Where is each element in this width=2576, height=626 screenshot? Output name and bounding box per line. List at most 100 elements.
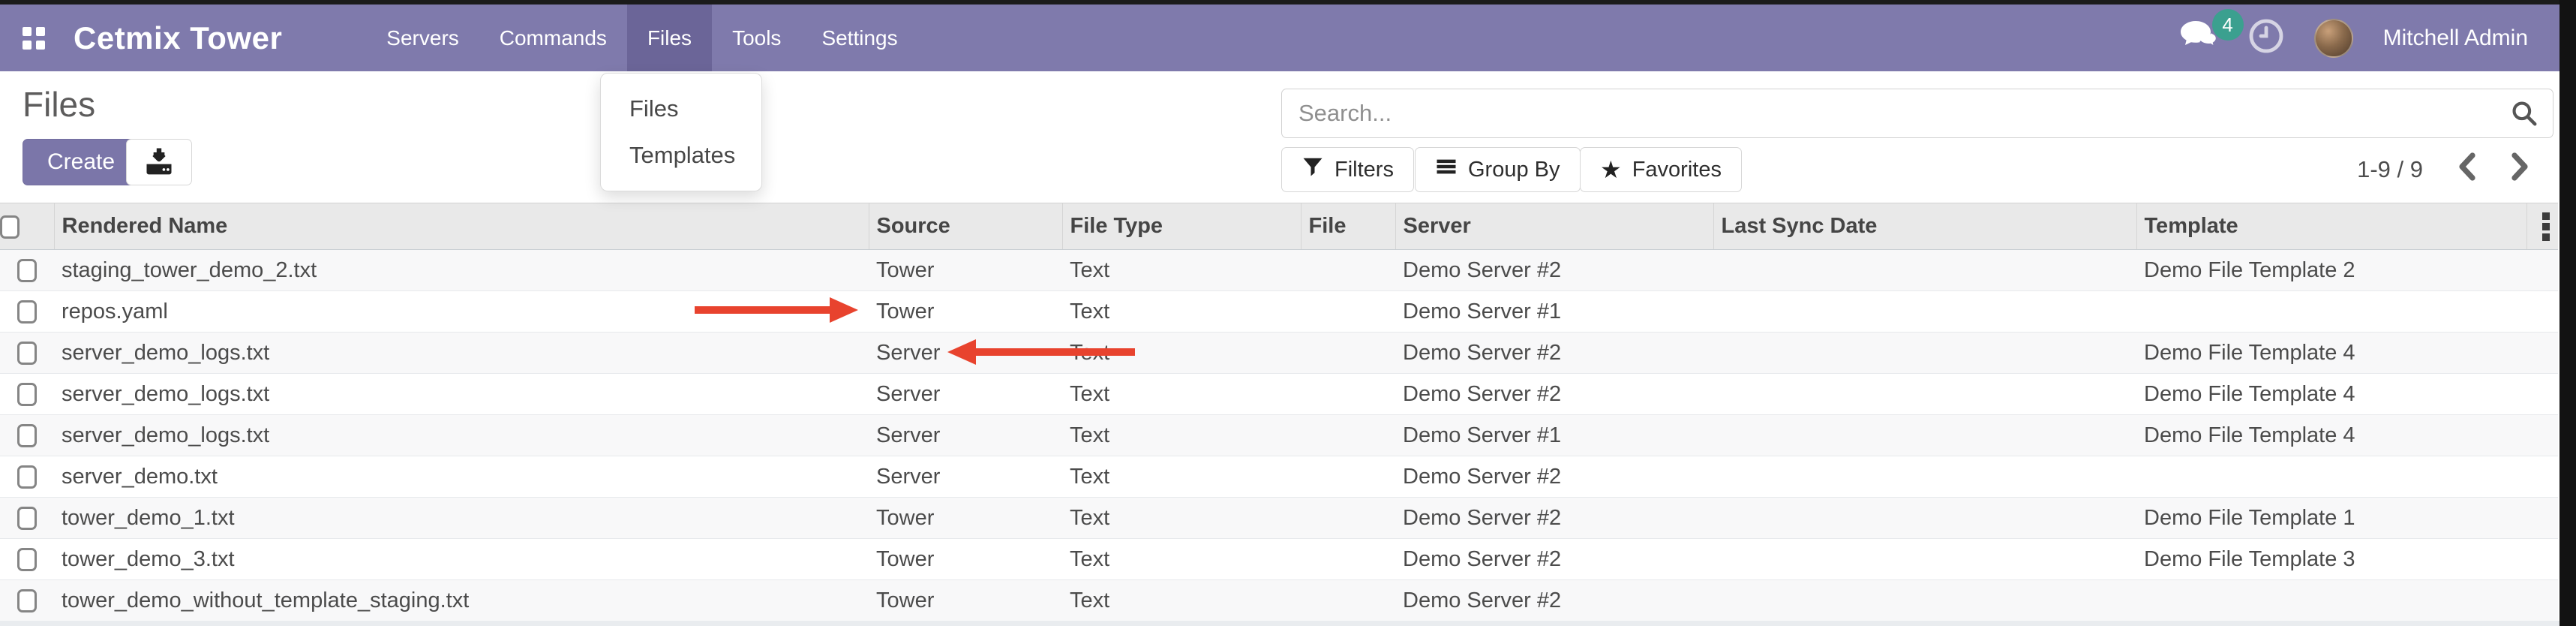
cell-file[interactable] xyxy=(1301,250,1395,291)
cell-source[interactable]: Tower xyxy=(869,539,1062,580)
table-row[interactable]: tower_demo_3.txt Tower Text Demo Server … xyxy=(0,539,2558,580)
cell-file-type[interactable]: Text xyxy=(1062,498,1301,539)
column-header-file-type[interactable]: File Type xyxy=(1062,203,1301,250)
cell-last-sync-date[interactable] xyxy=(1713,415,2136,456)
cell-template[interactable]: Demo File Template 4 xyxy=(2136,333,2526,374)
cell-rendered-name[interactable]: server_demo_logs.txt xyxy=(54,415,869,456)
cell-server[interactable]: Demo Server #2 xyxy=(1395,498,1713,539)
cell-source[interactable]: Server xyxy=(869,333,1062,374)
cell-last-sync-date[interactable] xyxy=(1713,291,2136,333)
cell-template[interactable]: Demo File Template 4 xyxy=(2136,374,2526,415)
cell-server[interactable]: Demo Server #2 xyxy=(1395,333,1713,374)
cell-template[interactable]: Demo File Template 4 xyxy=(2136,415,2526,456)
cell-server[interactable]: Demo Server #2 xyxy=(1395,580,1713,621)
cell-file[interactable] xyxy=(1301,415,1395,456)
cell-template[interactable] xyxy=(2136,456,2526,498)
favorites-button[interactable]: ★ Favorites xyxy=(1580,147,1742,192)
cell-file-type[interactable]: Text xyxy=(1062,250,1301,291)
avatar[interactable] xyxy=(2314,19,2353,58)
dropdown-item-files[interactable]: Files xyxy=(601,86,761,132)
cell-source[interactable]: Tower xyxy=(869,250,1062,291)
menu-item-files[interactable]: Files xyxy=(627,5,712,71)
cell-source[interactable]: Tower xyxy=(869,291,1062,333)
table-row[interactable]: server_demo_logs.txt Server Text Demo Se… xyxy=(0,333,2558,374)
row-checkbox[interactable] xyxy=(17,424,37,447)
cell-last-sync-date[interactable] xyxy=(1713,498,2136,539)
filters-button[interactable]: Filters xyxy=(1281,147,1414,192)
cell-rendered-name[interactable]: server_demo_logs.txt xyxy=(54,333,869,374)
search-input[interactable] xyxy=(1281,89,2553,138)
menu-item-tools[interactable]: Tools xyxy=(712,5,801,71)
column-options-icon[interactable] xyxy=(2542,212,2550,241)
row-checkbox[interactable] xyxy=(17,383,37,406)
pager-next-button[interactable] xyxy=(2510,152,2531,188)
cell-file[interactable] xyxy=(1301,374,1395,415)
table-row[interactable]: server_demo.txt Server Text Demo Server … xyxy=(0,456,2558,498)
cell-file-type[interactable]: Text xyxy=(1062,580,1301,621)
cell-source[interactable]: Server xyxy=(869,415,1062,456)
column-header-template[interactable]: Template xyxy=(2136,203,2526,250)
create-button[interactable]: Create xyxy=(23,139,140,185)
user-menu[interactable]: Mitchell Admin xyxy=(2383,26,2528,51)
cell-last-sync-date[interactable] xyxy=(1713,456,2136,498)
cell-server[interactable]: Demo Server #2 xyxy=(1395,539,1713,580)
cell-rendered-name[interactable]: staging_tower_demo_2.txt xyxy=(54,250,869,291)
cell-file-type[interactable]: Text xyxy=(1062,456,1301,498)
brand-title[interactable]: Cetmix Tower xyxy=(74,20,282,56)
cell-file[interactable] xyxy=(1301,580,1395,621)
column-header-server[interactable]: Server xyxy=(1395,203,1713,250)
row-checkbox[interactable] xyxy=(17,507,37,530)
column-header-rendered-name[interactable]: Rendered Name xyxy=(54,203,869,250)
column-header-source[interactable]: Source xyxy=(869,203,1062,250)
table-row[interactable]: server_demo_logs.txt Server Text Demo Se… xyxy=(0,374,2558,415)
search-icon[interactable] xyxy=(2510,99,2538,131)
group-by-button[interactable]: Group By xyxy=(1415,147,1581,192)
cell-rendered-name[interactable]: server_demo.txt xyxy=(54,456,869,498)
row-checkbox[interactable] xyxy=(17,589,37,612)
cell-file[interactable] xyxy=(1301,333,1395,374)
activities-button[interactable] xyxy=(2248,18,2284,58)
cell-template[interactable]: Demo File Template 1 xyxy=(2136,498,2526,539)
column-header-last-sync-date[interactable]: Last Sync Date xyxy=(1713,203,2136,250)
row-checkbox[interactable] xyxy=(17,465,37,489)
column-header-file[interactable]: File xyxy=(1301,203,1395,250)
export-button[interactable] xyxy=(126,139,192,185)
cell-file-type[interactable]: Text xyxy=(1062,539,1301,580)
cell-file[interactable] xyxy=(1301,539,1395,580)
cell-rendered-name[interactable]: tower_demo_1.txt xyxy=(54,498,869,539)
cell-server[interactable]: Demo Server #1 xyxy=(1395,415,1713,456)
cell-rendered-name[interactable]: tower_demo_without_template_staging.txt xyxy=(54,580,869,621)
messages-button[interactable]: 4 xyxy=(2179,20,2218,56)
cell-last-sync-date[interactable] xyxy=(1713,374,2136,415)
cell-last-sync-date[interactable] xyxy=(1713,539,2136,580)
cell-last-sync-date[interactable] xyxy=(1713,250,2136,291)
table-row[interactable]: tower_demo_without_template_staging.txt … xyxy=(0,580,2558,621)
dropdown-item-templates[interactable]: Templates xyxy=(601,132,761,179)
cell-server[interactable]: Demo Server #1 xyxy=(1395,291,1713,333)
menu-item-servers[interactable]: Servers xyxy=(366,5,479,71)
cell-source[interactable]: Tower xyxy=(869,580,1062,621)
cell-server[interactable]: Demo Server #2 xyxy=(1395,374,1713,415)
cell-server[interactable]: Demo Server #2 xyxy=(1395,456,1713,498)
cell-file[interactable] xyxy=(1301,498,1395,539)
cell-file[interactable] xyxy=(1301,456,1395,498)
cell-template[interactable] xyxy=(2136,580,2526,621)
cell-file-type[interactable]: Text xyxy=(1062,333,1301,374)
cell-last-sync-date[interactable] xyxy=(1713,333,2136,374)
row-checkbox[interactable] xyxy=(17,548,37,571)
cell-server[interactable]: Demo Server #2 xyxy=(1395,250,1713,291)
cell-rendered-name[interactable]: server_demo_logs.txt xyxy=(54,374,869,415)
cell-template[interactable]: Demo File Template 2 xyxy=(2136,250,2526,291)
table-row[interactable]: repos.yaml Tower Text Demo Server #1 xyxy=(0,291,2558,333)
pager-previous-button[interactable] xyxy=(2456,152,2477,188)
row-checkbox[interactable] xyxy=(17,342,37,365)
apps-grid-icon[interactable] xyxy=(23,27,45,50)
row-checkbox[interactable] xyxy=(17,259,37,282)
cell-rendered-name[interactable]: repos.yaml xyxy=(54,291,869,333)
select-all-checkbox[interactable] xyxy=(0,215,20,239)
cell-rendered-name[interactable]: tower_demo_3.txt xyxy=(54,539,869,580)
cell-template[interactable]: Demo File Template 3 xyxy=(2136,539,2526,580)
menu-item-commands[interactable]: Commands xyxy=(479,5,627,71)
cell-source[interactable]: Server xyxy=(869,456,1062,498)
cell-last-sync-date[interactable] xyxy=(1713,580,2136,621)
